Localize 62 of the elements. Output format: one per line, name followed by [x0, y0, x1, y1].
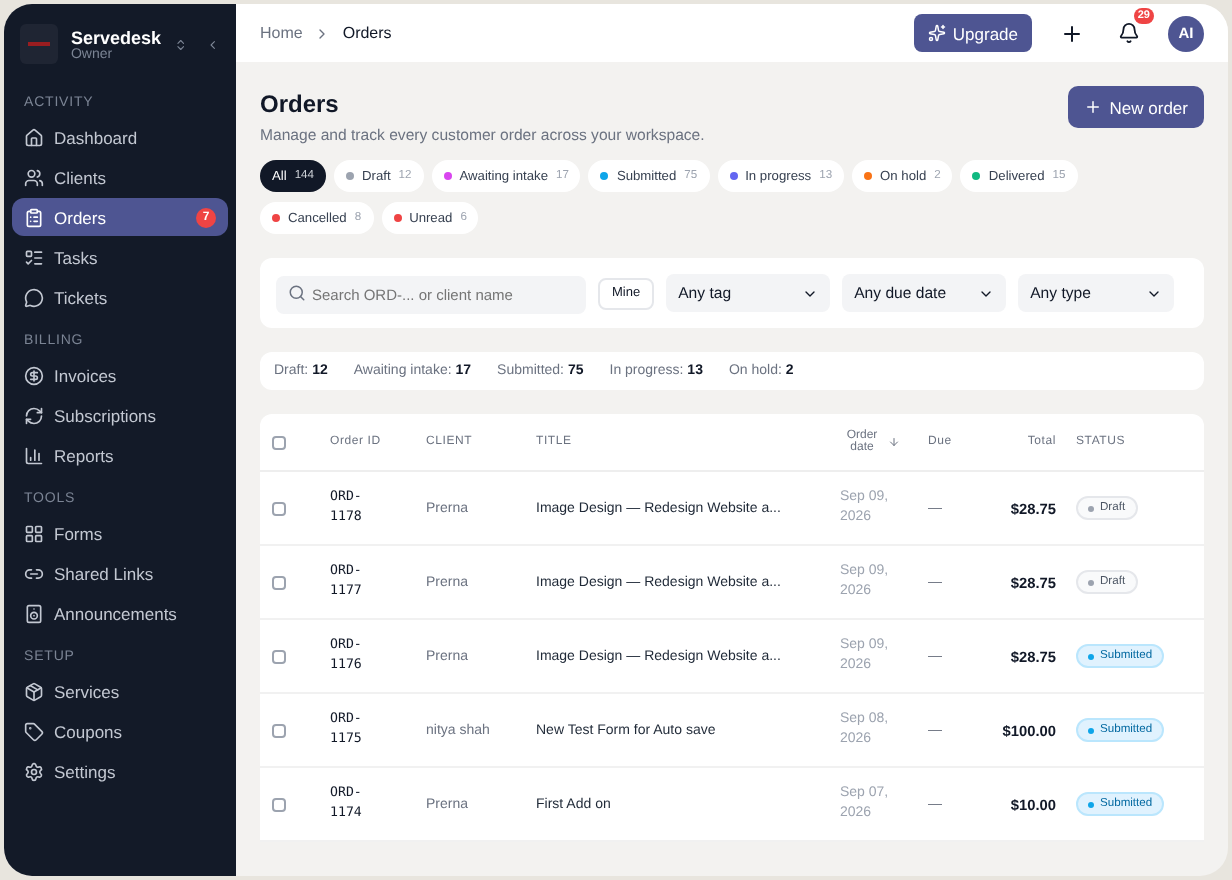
new-order-button[interactable]: New order	[1067, 86, 1204, 128]
settings-icon	[24, 761, 44, 781]
nav-label: Services	[54, 681, 122, 701]
users-icon	[24, 167, 44, 187]
nav-label: Settings	[54, 761, 118, 781]
speaker-icon	[24, 603, 44, 623]
workspace-name: Servedesk	[70, 27, 162, 47]
nav-label: Subscriptions	[54, 405, 159, 425]
checkbox[interactable]	[272, 797, 286, 811]
page-title: Orders	[260, 90, 341, 118]
nav-label: Coupons	[54, 721, 125, 741]
dollar-icon	[24, 365, 44, 385]
search-icon	[288, 284, 306, 302]
clipboard-icon	[24, 207, 44, 227]
nav-label: Announcements	[54, 603, 179, 623]
sort-arrow-icon	[888, 436, 900, 448]
nav-label: Clients	[54, 167, 108, 187]
breadcrumb-link[interactable]: Home	[260, 24, 303, 42]
nav-label: Dashboard	[54, 127, 140, 147]
nav-item[interactable]: Clients	[12, 158, 228, 196]
checkbox[interactable]	[272, 723, 286, 737]
nav-item[interactable]: Settings	[12, 752, 228, 790]
nav-label: Shared Links	[54, 563, 156, 583]
nav-item[interactable]: Tasks	[12, 238, 228, 276]
nav-label: Reports	[54, 445, 116, 465]
bell-icon[interactable]	[1117, 22, 1139, 44]
nav-item[interactable]: Invoices	[12, 356, 228, 394]
sparkle-icon	[928, 24, 947, 42]
nav-label: Tickets	[54, 287, 110, 307]
upgrade-button[interactable]: Upgrade	[914, 14, 1032, 52]
tag-icon	[24, 721, 44, 741]
grid-icon	[24, 523, 44, 543]
nav-item[interactable]: Subscriptions	[12, 396, 228, 434]
nav-label: Tasks	[54, 247, 100, 267]
refresh-icon	[24, 405, 44, 425]
plus-icon	[1083, 98, 1102, 116]
nav-item[interactable]: Tickets	[12, 278, 228, 316]
nav-item[interactable]: Forms	[12, 514, 228, 552]
checkbox[interactable]	[272, 435, 286, 449]
nav-label: Orders	[54, 207, 108, 227]
nav-label: Forms	[54, 523, 105, 543]
link-icon	[24, 563, 44, 583]
nav-item[interactable]: Coupons	[12, 712, 228, 750]
breadcrumb-link[interactable]: Orders	[342, 24, 392, 42]
house-icon	[24, 127, 44, 147]
package-icon	[24, 681, 44, 701]
logo-icon	[20, 24, 59, 64]
nav-item[interactable]: Dashboard	[12, 118, 228, 156]
checkbox[interactable]	[272, 649, 286, 663]
collapse-icon[interactable]	[206, 35, 220, 53]
speech-bubble-icon	[24, 287, 44, 307]
nav-item[interactable]: Shared Links	[12, 554, 228, 592]
nav-item[interactable]: Services	[12, 672, 228, 710]
checklist-icon	[24, 247, 44, 267]
nav-label: Invoices	[54, 365, 119, 385]
plus-icon[interactable]	[1060, 21, 1084, 45]
nav-item[interactable]: Reports	[12, 436, 228, 474]
checkbox[interactable]	[272, 501, 286, 515]
checkbox[interactable]	[272, 575, 286, 589]
nav-item[interactable]: Announcements	[12, 594, 228, 632]
switcher-icon[interactable]	[173, 35, 187, 53]
bar-chart-icon	[24, 445, 44, 465]
